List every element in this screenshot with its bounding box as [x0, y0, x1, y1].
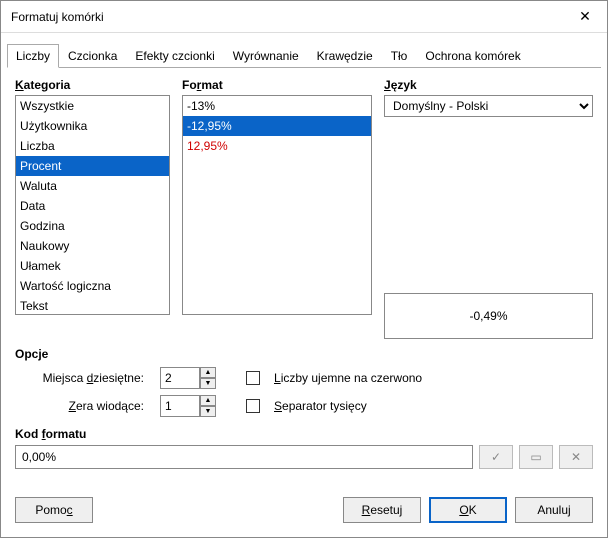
leading-up[interactable]: ▲ [200, 395, 216, 406]
category-item[interactable]: Naukowy [16, 236, 169, 256]
category-item[interactable]: Użytkownika [16, 116, 169, 136]
dialog-footer: Pomoc Resetuj OK Anuluj [15, 497, 593, 523]
tab-numbers[interactable]: Liczby [7, 44, 59, 68]
category-list[interactable]: WszystkieUżytkownikaLiczbaProcentWalutaD… [15, 95, 170, 315]
preview-box: -0,49% [384, 293, 593, 339]
tab-borders[interactable]: Krawędzie [308, 44, 382, 68]
delete-code-button[interactable]: ✕ [559, 445, 593, 469]
format-code-input[interactable] [15, 445, 473, 469]
leading-zeros-input[interactable] [160, 395, 200, 417]
reset-button[interactable]: Resetuj [343, 497, 421, 523]
category-item[interactable]: Wartość logiczna [16, 276, 169, 296]
tab-protection[interactable]: Ochrona komórek [416, 44, 529, 68]
tab-font[interactable]: Czcionka [59, 44, 126, 68]
ok-button[interactable]: OK [429, 497, 507, 523]
tab-alignment[interactable]: Wyrównanie [224, 44, 308, 68]
language-select[interactable]: Domyślny - Polski [384, 95, 593, 117]
category-item[interactable]: Godzina [16, 216, 169, 236]
tab-strip: Liczby Czcionka Efekty czcionki Wyrównan… [7, 43, 601, 68]
format-item[interactable]: -13% [183, 96, 371, 116]
format-list[interactable]: -13%-12,95%12,95% [182, 95, 372, 315]
format-code-label: Kod formatu [15, 427, 593, 441]
options-label: Opcje [15, 347, 593, 361]
tab-background[interactable]: Tło [382, 44, 417, 68]
close-icon: ✕ [579, 8, 591, 25]
delete-icon: ✕ [571, 450, 581, 464]
help-button[interactable]: Pomoc [15, 497, 93, 523]
category-item[interactable]: Ułamek [16, 256, 169, 276]
neg-red-checkbox[interactable] [246, 371, 260, 385]
category-item[interactable]: Data [16, 196, 169, 216]
format-item[interactable]: -12,95% [183, 116, 371, 136]
decimal-down[interactable]: ▼ [200, 378, 216, 389]
tab-font-effects[interactable]: Efekty czcionki [126, 44, 223, 68]
decimal-up[interactable]: ▲ [200, 367, 216, 378]
apply-code-button[interactable]: ✓ [479, 445, 513, 469]
titlebar: Formatuj komórki ✕ [1, 1, 607, 33]
category-item[interactable]: Wszystkie [16, 96, 169, 116]
tab-content: Kategoria WszystkieUżytkownikaLiczbaProc… [1, 68, 607, 479]
thousands-label: Separator tysięcy [274, 399, 367, 413]
format-label: Format [182, 78, 372, 92]
leading-zeros-label: Zera wiodące: [15, 399, 150, 413]
decimal-places-input[interactable] [160, 367, 200, 389]
comment-icon: ▭ [530, 450, 541, 464]
check-icon: ✓ [491, 450, 501, 464]
category-item[interactable]: Tekst [16, 296, 169, 315]
close-button[interactable]: ✕ [563, 2, 607, 32]
category-item[interactable]: Liczba [16, 136, 169, 156]
neg-red-label: Liczby ujemne na czerwono [274, 371, 422, 385]
cancel-button[interactable]: Anuluj [515, 497, 593, 523]
category-item[interactable]: Waluta [16, 176, 169, 196]
leading-down[interactable]: ▼ [200, 406, 216, 417]
format-cells-dialog: Formatuj komórki ✕ Liczby Czcionka Efekt… [0, 0, 608, 538]
window-title: Formatuj komórki [11, 10, 563, 24]
edit-comment-button[interactable]: ▭ [519, 445, 553, 469]
category-label: Kategoria [15, 78, 170, 92]
category-item[interactable]: Procent [16, 156, 169, 176]
language-label: Język [384, 78, 593, 92]
decimal-places-label: Miejsca dziesiętne: [15, 371, 150, 385]
format-item[interactable]: 12,95% [183, 136, 371, 156]
thousands-checkbox[interactable] [246, 399, 260, 413]
